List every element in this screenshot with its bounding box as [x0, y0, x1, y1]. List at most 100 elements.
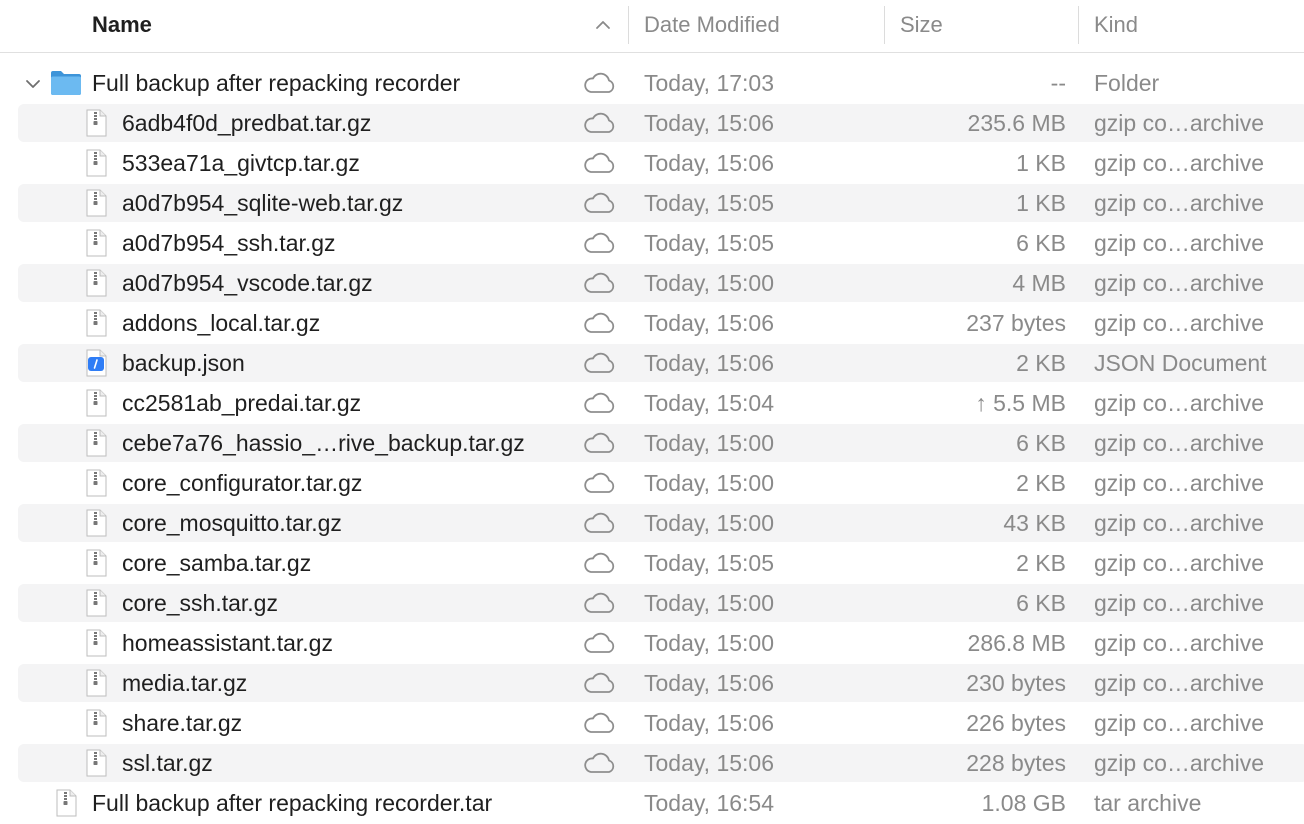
file-name: Full backup after repacking recorder: [92, 70, 461, 96]
icloud-status-icon[interactable]: [582, 72, 616, 94]
icloud-status-icon[interactable]: [582, 352, 616, 374]
table-row[interactable]: homeassistant.tar.gz Today, 15:00 286.8 MB…: [0, 623, 1304, 663]
column-header-size[interactable]: Size: [900, 0, 943, 52]
icloud-status-icon[interactable]: [582, 512, 616, 534]
icloud-status-icon[interactable]: [582, 392, 616, 414]
table-row[interactable]: backup.json Today, 15:06 2 KB JSON Document: [0, 343, 1304, 383]
file-size: 2 KB: [1016, 550, 1066, 576]
table-row[interactable]: core_mosquitto.tar.gz Today, 15:00 43 KB gz…: [0, 503, 1304, 543]
date-modified: Today, 15:00: [644, 470, 775, 496]
archive-file-icon: [86, 269, 107, 297]
file-name: cebe7a76_hassio_…rive_backup.tar.gz: [122, 430, 525, 456]
date-modified: Today, 15:00: [644, 590, 775, 616]
table-row[interactable]: core_ssh.tar.gz Today, 15:00 6 KB gzip co…a…: [0, 583, 1304, 623]
table-row[interactable]: a0d7b954_sqlite-web.tar.gz Today, 15:05 1 …: [0, 183, 1304, 223]
file-name: share.tar.gz: [122, 710, 243, 736]
finder-list-view: Name Date Modified Size Kind Full backup…: [0, 0, 1304, 824]
icloud-status-icon[interactable]: [582, 752, 616, 774]
file-kind: gzip co…archive: [1094, 470, 1265, 496]
disclosure-triangle-icon[interactable]: [24, 75, 42, 93]
file-kind: tar archive: [1094, 790, 1202, 816]
table-row[interactable]: 6adb4f0d_predbat.tar.gz Today, 15:06 235.6…: [0, 103, 1304, 143]
archive-file-icon: [86, 709, 107, 737]
archive-file-icon: [86, 749, 107, 777]
file-size: ↑ 5.5 MB: [975, 390, 1066, 416]
file-kind: gzip co…archive: [1094, 110, 1265, 136]
date-modified: Today, 15:05: [644, 190, 775, 216]
table-row[interactable]: media.tar.gz Today, 15:06 230 bytes gzip co…: [0, 663, 1304, 703]
file-size: 43 KB: [1003, 510, 1066, 536]
icloud-status-icon[interactable]: [582, 432, 616, 454]
file-size: 2 KB: [1016, 470, 1066, 496]
icloud-status-icon[interactable]: [582, 552, 616, 574]
column-header-date-modified[interactable]: Date Modified: [644, 0, 780, 52]
archive-file-icon: [86, 389, 107, 417]
file-kind: JSON Document: [1094, 350, 1267, 376]
table-row[interactable]: cc2581ab_predai.tar.gz Today, 15:04 ↑ 5.5 …: [0, 383, 1304, 423]
file-name: core_ssh.tar.gz: [122, 590, 278, 616]
file-size: 237 bytes: [966, 310, 1066, 336]
table-row[interactable]: a0d7b954_ssh.tar.gz Today, 15:05 6 KB gzip …: [0, 223, 1304, 263]
table-row[interactable]: share.tar.gz Today, 15:06 226 bytes gzip co…: [0, 703, 1304, 743]
icloud-status-icon[interactable]: [582, 272, 616, 294]
icloud-status-icon[interactable]: [582, 232, 616, 254]
file-kind: gzip co…archive: [1094, 510, 1265, 536]
archive-file-icon: [86, 589, 107, 617]
date-modified: Today, 15:06: [644, 150, 775, 176]
date-modified: Today, 15:06: [644, 110, 775, 136]
date-modified: Today, 15:00: [644, 270, 775, 296]
icloud-status-icon[interactable]: [582, 632, 616, 654]
column-header: Name Date Modified Size Kind: [0, 0, 1304, 53]
file-name: a0d7b954_vscode.tar.gz: [122, 270, 373, 296]
icloud-status-icon[interactable]: [582, 592, 616, 614]
sort-ascending-icon[interactable]: [594, 16, 612, 34]
file-size: 1 KB: [1016, 150, 1066, 176]
file-size: 6 KB: [1016, 590, 1066, 616]
date-modified: Today, 15:00: [644, 630, 775, 656]
column-divider[interactable]: [628, 6, 629, 44]
table-row[interactable]: Full backup after repacking recorder Toda…: [0, 63, 1304, 103]
file-size: 228 bytes: [966, 750, 1066, 776]
file-size: 235.6 MB: [967, 110, 1066, 136]
table-row[interactable]: 533ea71a_givtcp.tar.gz Today, 15:06 1 KB gz…: [0, 143, 1304, 183]
file-name: a0d7b954_ssh.tar.gz: [122, 230, 336, 256]
archive-file-icon: [86, 549, 107, 577]
file-name: core_mosquitto.tar.gz: [122, 510, 342, 536]
column-divider[interactable]: [884, 6, 885, 44]
column-divider[interactable]: [1078, 6, 1079, 44]
table-row[interactable]: a0d7b954_vscode.tar.gz Today, 15:00 4 MB gz…: [0, 263, 1304, 303]
icloud-status-icon[interactable]: [582, 672, 616, 694]
file-name: cc2581ab_predai.tar.gz: [122, 390, 362, 416]
column-header-kind[interactable]: Kind: [1094, 0, 1138, 52]
table-row[interactable]: addons_local.tar.gz Today, 15:06 237 bytes…: [0, 303, 1304, 343]
table-row[interactable]: cebe7a76_hassio_…rive_backup.tar.gz Today…: [0, 423, 1304, 463]
column-header-name[interactable]: Name: [92, 0, 152, 52]
date-modified: Today, 16:54: [644, 790, 775, 816]
icloud-status-icon[interactable]: [582, 152, 616, 174]
file-kind: gzip co…archive: [1094, 670, 1265, 696]
archive-file-icon: [86, 149, 107, 177]
file-name: 6adb4f0d_predbat.tar.gz: [122, 110, 372, 136]
file-size: 286.8 MB: [967, 630, 1066, 656]
archive-file-icon: [86, 429, 107, 457]
file-kind: gzip co…archive: [1094, 550, 1265, 576]
file-kind: gzip co…archive: [1094, 430, 1265, 456]
archive-file-icon: [86, 189, 107, 217]
icloud-status-icon[interactable]: [582, 192, 616, 214]
file-kind: gzip co…archive: [1094, 190, 1265, 216]
icloud-status-icon[interactable]: [582, 112, 616, 134]
table-row[interactable]: ssl.tar.gz Today, 15:06 228 bytes gzip co…a…: [0, 743, 1304, 783]
table-row[interactable]: core_configurator.tar.gz Today, 15:00 2 KB…: [0, 463, 1304, 503]
table-row[interactable]: core_samba.tar.gz Today, 15:05 2 KB gzip co…: [0, 543, 1304, 583]
date-modified: Today, 15:05: [644, 230, 775, 256]
icloud-status-icon[interactable]: [582, 312, 616, 334]
file-size: 226 bytes: [966, 710, 1066, 736]
file-kind: gzip co…archive: [1094, 710, 1265, 736]
icloud-status-icon[interactable]: [582, 712, 616, 734]
archive-file-icon: [86, 109, 107, 137]
date-modified: Today, 17:03: [644, 70, 775, 96]
table-row[interactable]: Full backup after repacking recorder.tar…: [0, 783, 1304, 823]
file-size: 6 KB: [1016, 430, 1066, 456]
file-size: 4 MB: [1012, 270, 1066, 296]
icloud-status-icon[interactable]: [582, 472, 616, 494]
